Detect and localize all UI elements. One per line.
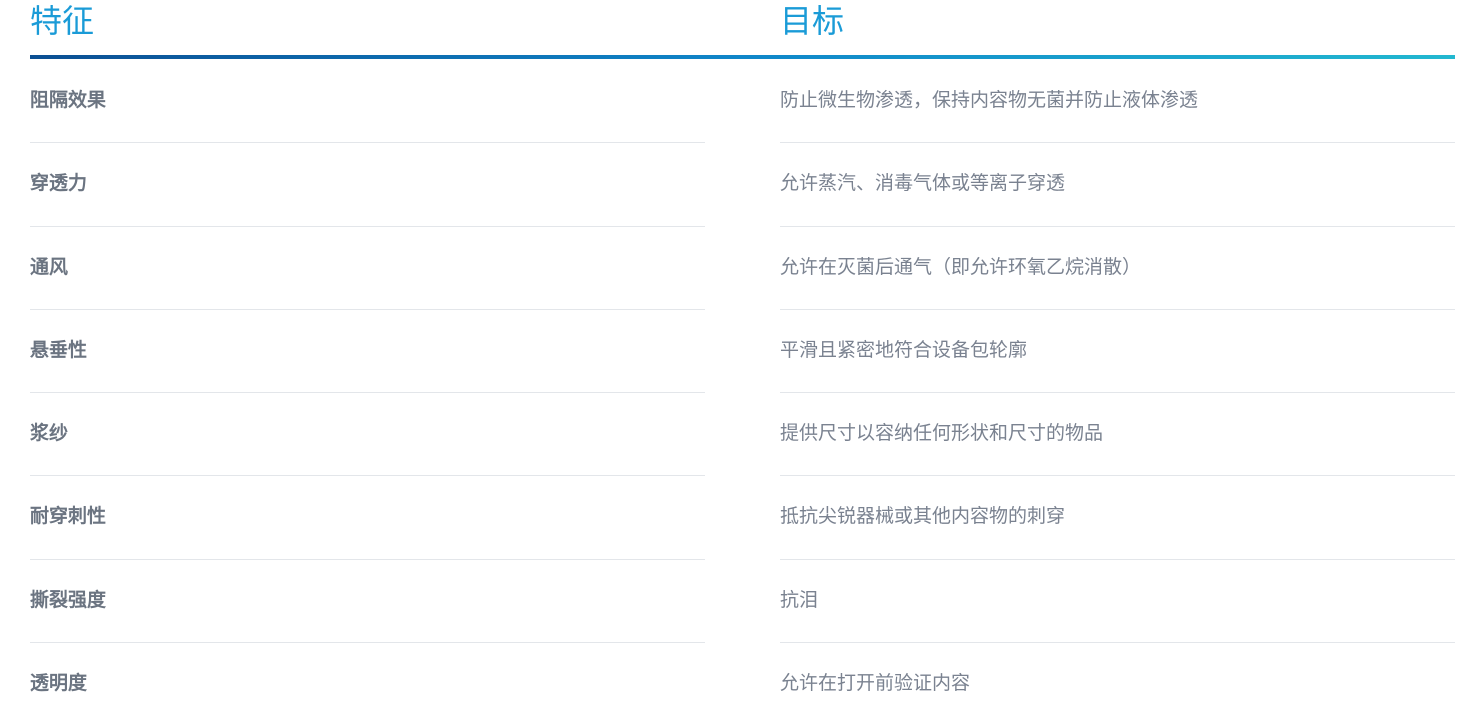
feature-column-title: 特征 [30, 2, 95, 40]
goal-text: 允许在灭菌后通气（即允许环氧乙烷消散） [780, 255, 1142, 278]
table-row: 阻隔效果 防止微生物渗透，保持内容物无菌并防止液体渗透 [30, 60, 1455, 144]
feature-text: 撕裂强度 [30, 588, 107, 611]
feature-cell: 悬垂性 [30, 310, 705, 394]
goal-text: 提供尺寸以容纳任何形状和尺寸的物品 [780, 422, 1104, 445]
goal-cell: 抵抗尖锐器械或其他内容物的刺穿 [780, 476, 1455, 560]
goal-cell: 提供尺寸以容纳任何形状和尺寸的物品 [780, 393, 1455, 477]
table-row: 通风 允许在灭菌后通气（即允许环氧乙烷消散） [30, 227, 1455, 310]
feature-cell: 撕裂强度 [30, 560, 705, 644]
table-body: 阻隔效果 防止微生物渗透，保持内容物无菌并防止液体渗透 穿透力 允许蒸汽、消毒气… [30, 60, 1455, 714]
header-gradient-rule [30, 55, 1455, 59]
goal-text: 抵抗尖锐器械或其他内容物的刺穿 [780, 505, 1066, 528]
table-row: 悬垂性 平滑且紧密地符合设备包轮廓 [30, 310, 1455, 394]
goal-text: 允许在打开前验证内容 [780, 672, 971, 695]
feature-text: 透明度 [30, 672, 88, 695]
feature-cell: 浆纱 [30, 393, 705, 477]
goal-text: 允许蒸汽、消毒气体或等离子穿透 [780, 172, 1066, 195]
feature-cell: 耐穿刺性 [30, 476, 705, 560]
goal-text: 抗泪 [780, 588, 819, 611]
table-header: 特征 目标 [30, 0, 1455, 60]
goal-text: 平滑且紧密地符合设备包轮廓 [780, 338, 1028, 361]
feature-text: 浆纱 [30, 422, 69, 445]
goal-cell: 平滑且紧密地符合设备包轮廓 [780, 310, 1455, 394]
table-row: 耐穿刺性 抵抗尖锐器械或其他内容物的刺穿 [30, 476, 1455, 560]
feature-cell: 透明度 [30, 643, 705, 714]
goal-cell: 允许在打开前验证内容 [780, 643, 1455, 714]
feature-text: 悬垂性 [30, 338, 88, 361]
feature-text: 穿透力 [30, 172, 88, 195]
feature-cell: 阻隔效果 [30, 60, 705, 144]
goal-column-title: 目标 [780, 2, 845, 40]
goal-cell: 抗泪 [780, 560, 1455, 644]
table-row: 浆纱 提供尺寸以容纳任何形状和尺寸的物品 [30, 393, 1455, 477]
goal-cell: 防止微生物渗透，保持内容物无菌并防止液体渗透 [780, 60, 1455, 144]
table-row: 撕裂强度 抗泪 [30, 560, 1455, 644]
feature-cell: 通风 [30, 227, 705, 310]
feature-text: 通风 [30, 255, 69, 278]
table-row: 透明度 允许在打开前验证内容 [30, 643, 1455, 714]
feature-goal-table: 特征 目标 阻隔效果 防止微生物渗透，保持内容物无菌并防止液体渗透 穿透力 允许… [0, 0, 1483, 714]
feature-text: 阻隔效果 [30, 89, 107, 111]
table-row: 穿透力 允许蒸汽、消毒气体或等离子穿透 [30, 143, 1455, 227]
feature-cell: 穿透力 [30, 143, 705, 227]
goal-text: 防止微生物渗透，保持内容物无菌并防止液体渗透 [780, 89, 1199, 111]
feature-text: 耐穿刺性 [30, 505, 107, 528]
goal-cell: 允许蒸汽、消毒气体或等离子穿透 [780, 143, 1455, 227]
goal-cell: 允许在灭菌后通气（即允许环氧乙烷消散） [780, 227, 1455, 310]
